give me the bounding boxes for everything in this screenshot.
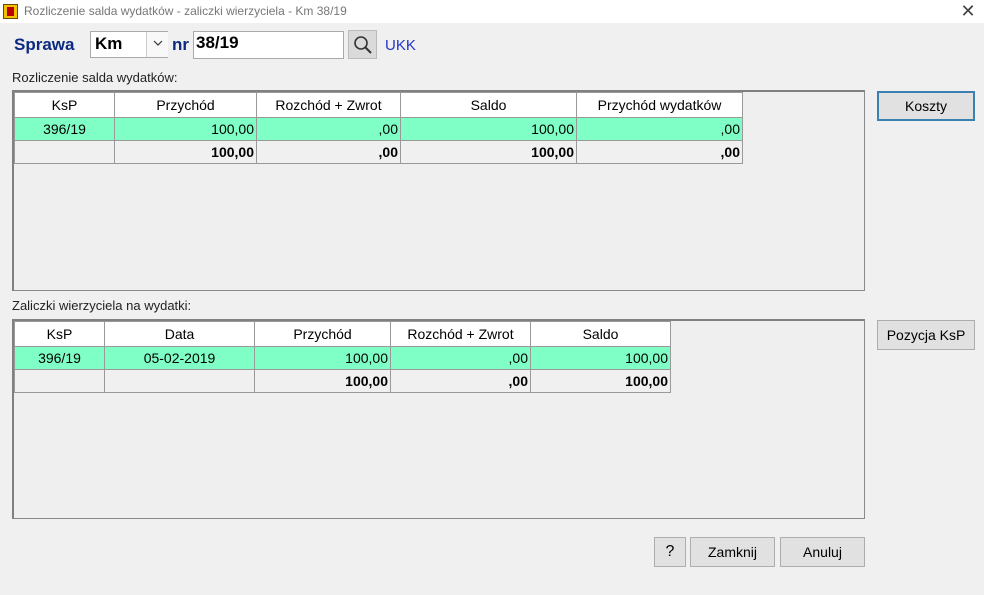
total-przychod-wydatkow: ,00 xyxy=(576,140,743,164)
pozycja-ksp-button[interactable]: Pozycja KsP xyxy=(877,320,975,350)
cell-ksp[interactable]: 396/19 xyxy=(14,117,115,141)
case-number-input[interactable]: 38/19 xyxy=(193,31,344,59)
table-row[interactable]: 396/19 05-02-2019 100,00 ,00 100,00 xyxy=(14,346,671,370)
search-icon xyxy=(354,36,372,54)
total-ksp xyxy=(14,140,115,164)
col-saldo[interactable]: Saldo xyxy=(400,92,577,118)
col-rozchod[interactable]: Rozchód + Zwrot xyxy=(256,92,401,118)
col-data[interactable]: Data xyxy=(104,321,255,347)
case-type-select[interactable]: Km xyxy=(90,31,168,58)
cell-saldo[interactable]: 100,00 xyxy=(400,117,577,141)
cell-rozchod[interactable]: ,00 xyxy=(256,117,401,141)
court-link[interactable]: UKK xyxy=(385,37,416,54)
cell-przychod[interactable]: 100,00 xyxy=(114,117,257,141)
app-icon xyxy=(3,4,18,19)
total-przychod: 100,00 xyxy=(114,140,257,164)
koszty-button[interactable]: Koszty xyxy=(877,91,975,121)
totals-row: 100,00 ,00 100,00 ,00 xyxy=(14,140,743,164)
total-rozchod: ,00 xyxy=(256,140,401,164)
zamknij-button[interactable]: Zamknij xyxy=(690,537,775,567)
table-header-row: KsP Data Przychód Rozchód + Zwrot Saldo xyxy=(14,321,671,347)
chevron-down-icon[interactable] xyxy=(146,32,168,57)
cell-saldo[interactable]: 100,00 xyxy=(530,346,671,370)
window-title: Rozliczenie salda wydatków - zaliczki wi… xyxy=(24,4,347,18)
balance-table: KsP Przychód Rozchód + Zwrot Saldo Przyc… xyxy=(14,92,743,164)
nr-label: nr xyxy=(172,35,189,54)
balance-grid[interactable]: KsP Przychód Rozchód + Zwrot Saldo Przyc… xyxy=(12,90,865,291)
advances-table: KsP Data Przychód Rozchód + Zwrot Saldo … xyxy=(14,321,671,393)
totals-row: 100,00 ,00 100,00 xyxy=(14,369,671,393)
cell-przychod-wydatkow[interactable]: ,00 xyxy=(576,117,743,141)
col-przychod[interactable]: Przychód xyxy=(254,321,391,347)
cell-data[interactable]: 05-02-2019 xyxy=(104,346,255,370)
section1-label: Rozliczenie salda wydatków: xyxy=(12,70,178,85)
close-icon[interactable]: ✕ xyxy=(958,0,978,23)
total-saldo: 100,00 xyxy=(530,369,671,393)
table-header-row: KsP Przychód Rozchód + Zwrot Saldo Przyc… xyxy=(14,92,743,118)
col-przychod[interactable]: Przychód xyxy=(114,92,257,118)
col-ksp[interactable]: KsP xyxy=(14,321,105,347)
cell-rozchod[interactable]: ,00 xyxy=(390,346,531,370)
total-ksp xyxy=(14,369,105,393)
total-przychod: 100,00 xyxy=(254,369,391,393)
cell-przychod[interactable]: 100,00 xyxy=(254,346,391,370)
table-row[interactable]: 396/19 100,00 ,00 100,00 ,00 xyxy=(14,117,743,141)
anuluj-button[interactable]: Anuluj xyxy=(780,537,865,567)
col-saldo[interactable]: Saldo xyxy=(530,321,671,347)
title-bar: Rozliczenie salda wydatków - zaliczki wi… xyxy=(0,0,984,23)
col-przychod-wydatkow[interactable]: Przychód wydatków xyxy=(576,92,743,118)
total-saldo: 100,00 xyxy=(400,140,577,164)
cell-ksp[interactable]: 396/19 xyxy=(14,346,105,370)
col-rozchod[interactable]: Rozchód + Zwrot xyxy=(390,321,531,347)
case-type-value: Km xyxy=(95,34,123,53)
sprawa-label: Sprawa xyxy=(14,35,75,54)
search-button[interactable] xyxy=(348,30,377,59)
total-rozchod: ,00 xyxy=(390,369,531,393)
help-button[interactable]: ? xyxy=(654,537,686,567)
section2-label: Zaliczki wierzyciela na wydatki: xyxy=(12,298,192,313)
total-data xyxy=(104,369,255,393)
advances-grid[interactable]: KsP Data Przychód Rozchód + Zwrot Saldo … xyxy=(12,319,865,519)
col-ksp[interactable]: KsP xyxy=(14,92,115,118)
